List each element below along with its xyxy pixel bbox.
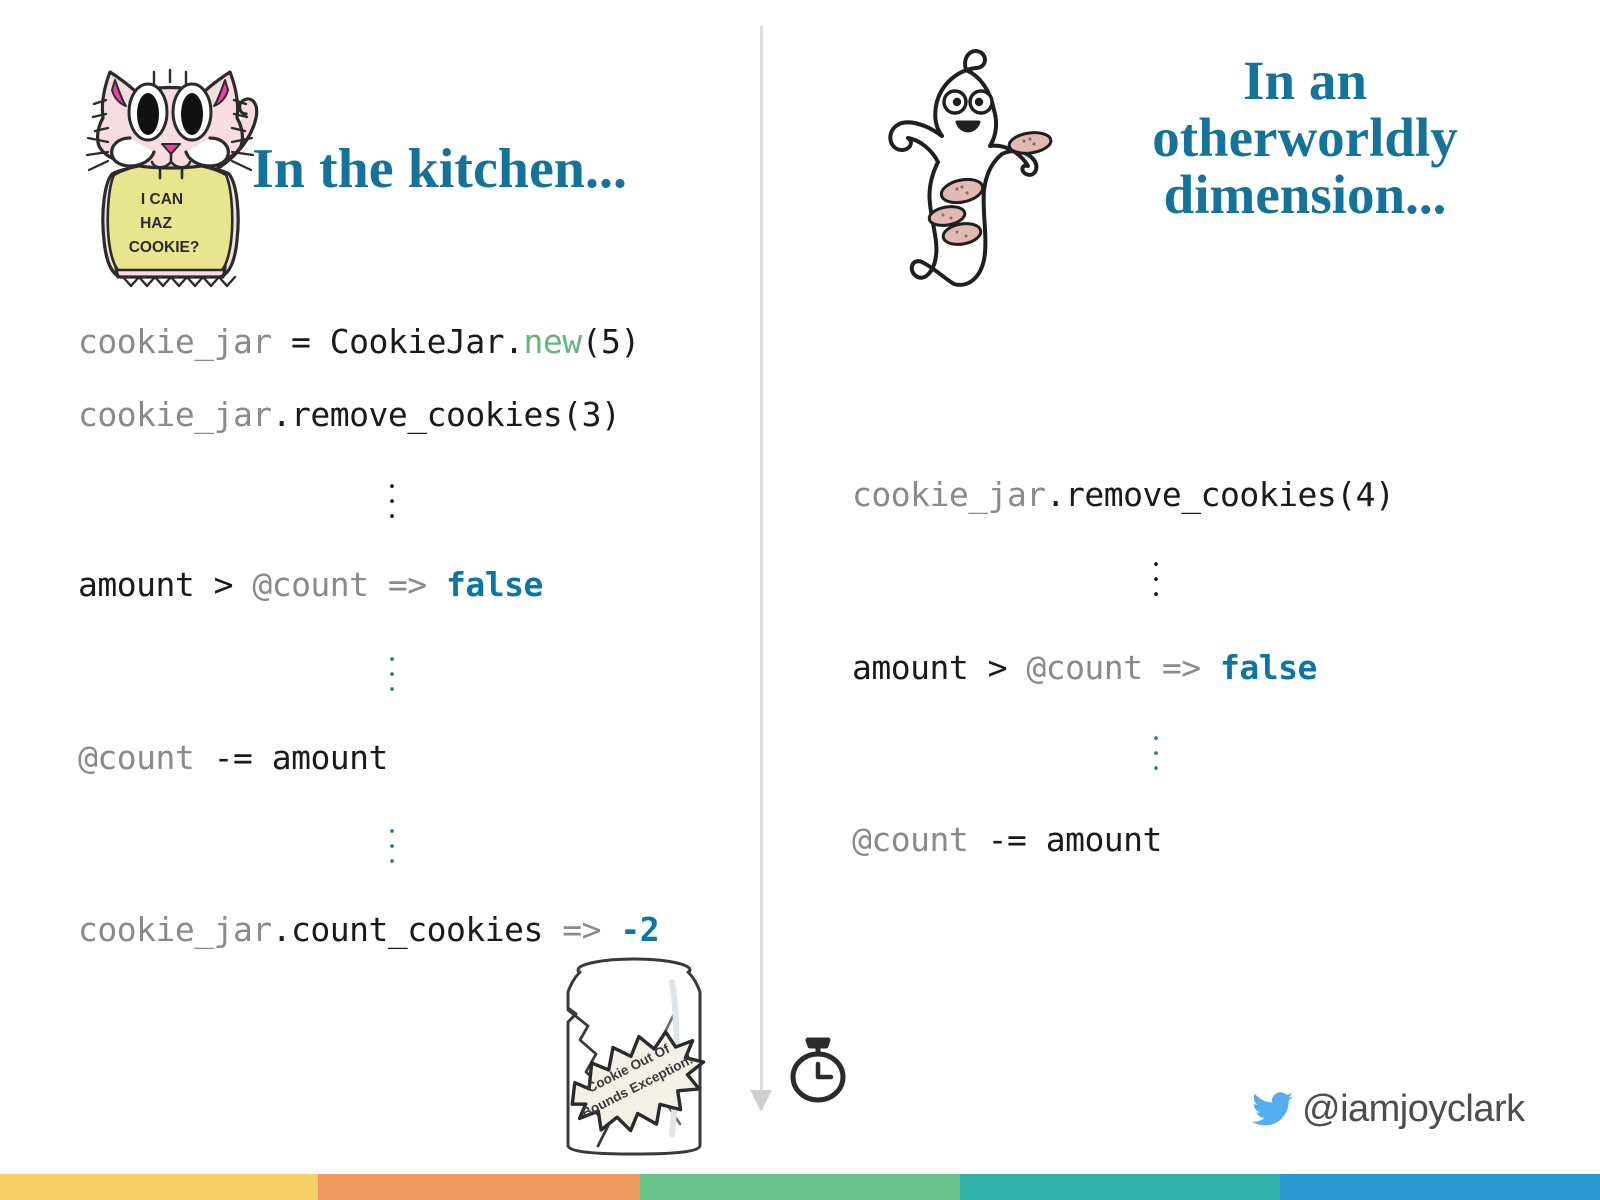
- left-column: I CAN HAZ COOKIE? In the kitchen... cook…: [0, 0, 760, 1156]
- code-token: CookieJar.: [329, 322, 524, 361]
- broken-cookie-jar-illustration: Cookie Out Of Bounds Exception!: [566, 957, 706, 1156]
- right-column: In an otherworldly dimension... cookie_j…: [762, 0, 1600, 1150]
- ellipsis-dot: •: [388, 825, 396, 840]
- right-heading-line-2: otherworldly: [1152, 107, 1458, 169]
- color-bar-segment-orange: [318, 1174, 640, 1200]
- ellipsis-dot: •: [1152, 732, 1160, 747]
- code-token: amount: [852, 648, 969, 687]
- ellipsis-dot: •: [388, 683, 396, 698]
- code-token: @count: [78, 738, 195, 777]
- twitter-handle[interactable]: @iamjoyclark: [1252, 1088, 1525, 1131]
- slide-root: I CAN HAZ COOKIE? In the kitchen... cook…: [0, 0, 1600, 1200]
- color-bar-segment-teal: [960, 1174, 1280, 1200]
- code-token: amount: [271, 738, 389, 777]
- ellipsis-dot: •: [388, 510, 396, 525]
- code-token: amount: [78, 565, 195, 604]
- right-code-line-3: @count -= amount: [852, 820, 1162, 859]
- ellipsis-dot: •: [388, 840, 396, 855]
- cat-illustration: I CAN HAZ COOKIE?: [85, 68, 259, 288]
- ellipsis-dot: •: [1152, 573, 1160, 588]
- left-code-line-2: cookie_jar.remove_cookies(3): [78, 395, 621, 434]
- code-token: -=: [968, 820, 1046, 859]
- color-bar-segment-blue: [1280, 1174, 1600, 1200]
- code-token: false: [1220, 648, 1317, 687]
- code-token: false: [446, 565, 543, 604]
- right-heading-line-1: In an: [1243, 50, 1367, 111]
- ellipsis-dot: •: [1152, 762, 1160, 777]
- code-token: @count: [1026, 648, 1143, 687]
- left-code-line-3: amount > @count => false: [78, 565, 543, 604]
- ghost-illustration: [888, 49, 1053, 287]
- cat-shirt-line-3: COOKIE?: [129, 239, 200, 256]
- right-ellipsis-2: • • •: [1144, 732, 1168, 777]
- left-code-line-4: @count -= amount: [78, 738, 388, 777]
- left-heading: In the kitchen...: [252, 138, 627, 200]
- code-token: @count: [852, 820, 969, 859]
- code-token: new: [523, 322, 582, 361]
- color-bar-segment-green: [640, 1174, 960, 1200]
- code-token: =>: [368, 565, 447, 604]
- left-code-line-1: cookie_jar = CookieJar.new(5): [78, 322, 640, 361]
- code-token: cookie_jar: [852, 475, 1046, 514]
- code-token: cookie_jar: [78, 395, 272, 434]
- code-token: >: [194, 565, 253, 604]
- right-code-line-2: amount > @count => false: [852, 648, 1317, 687]
- ellipsis-dot: •: [388, 668, 396, 683]
- ellipsis-dot: •: [1152, 588, 1160, 603]
- code-token: .remove_cookies(4): [1045, 475, 1395, 514]
- ellipsis-dot: •: [388, 495, 396, 510]
- right-heading: In an otherworldly dimension...: [1070, 52, 1540, 224]
- code-token: amount: [1045, 820, 1163, 859]
- right-code-line-1: cookie_jar.remove_cookies(4): [852, 475, 1395, 514]
- code-token: =>: [542, 910, 621, 949]
- code-token: @count: [252, 565, 369, 604]
- ellipsis-dot: •: [388, 653, 396, 668]
- bottom-color-bar: [0, 1174, 1600, 1200]
- code-token: -=: [194, 738, 272, 777]
- code-token: =: [271, 322, 330, 361]
- right-ellipsis-1: • • •: [1144, 558, 1168, 603]
- code-token: >: [968, 648, 1027, 687]
- cat-shirt-line-2: HAZ: [140, 215, 172, 232]
- right-heading-line-3: dimension...: [1163, 164, 1447, 226]
- twitter-handle-text: @iamjoyclark: [1302, 1088, 1525, 1130]
- ellipsis-dot: •: [1152, 747, 1160, 762]
- left-code-line-5: cookie_jar.count_cookies => -2: [78, 910, 660, 949]
- ellipsis-dot: •: [388, 480, 396, 495]
- left-ellipsis-3: • • •: [380, 825, 404, 870]
- ellipsis-dot: •: [388, 855, 396, 870]
- left-ellipsis-1: • • •: [380, 480, 404, 525]
- ellipsis-dot: •: [1152, 558, 1160, 573]
- code-token: (5): [581, 322, 641, 361]
- code-token: -2: [620, 910, 660, 949]
- left-ellipsis-2: • • •: [380, 653, 404, 698]
- code-token: .remove_cookies(3): [271, 395, 621, 434]
- twitter-bird-icon: [1252, 1092, 1293, 1126]
- cat-shirt-line-1: I CAN: [141, 191, 183, 208]
- color-bar-segment-yellow: [0, 1174, 318, 1200]
- code-token: cookie_jar: [78, 322, 272, 361]
- code-token: .count_cookies: [271, 910, 544, 949]
- code-token: cookie_jar: [78, 910, 272, 949]
- code-token: =>: [1142, 648, 1221, 687]
